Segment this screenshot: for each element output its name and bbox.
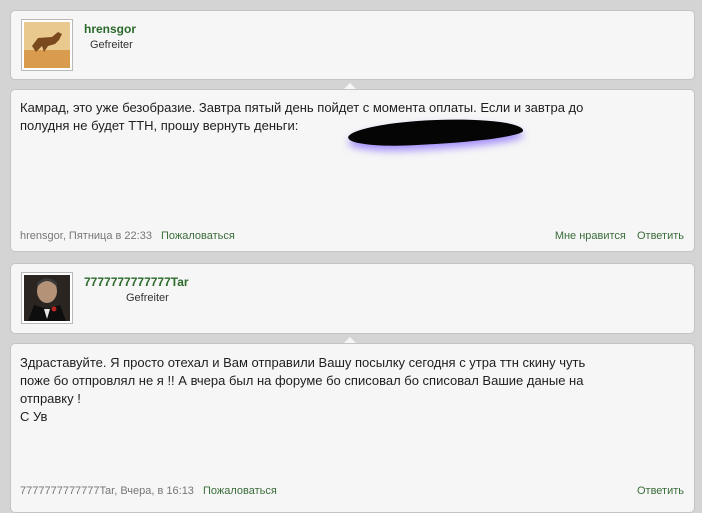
meta-author[interactable]: 7777777777777Tar	[20, 485, 114, 497]
report-link[interactable]: Пожаловаться	[203, 485, 277, 497]
post-actions: Мне нравится Ответить	[547, 230, 684, 242]
avatar[interactable]	[21, 272, 73, 324]
post-actions: Ответить	[629, 485, 684, 497]
post-1-author-card: hrensgor Gefreiter	[10, 10, 695, 80]
godfather-avatar-icon	[24, 275, 70, 321]
reply-link[interactable]: Ответить	[637, 230, 684, 242]
meta-time: , Вчера, в 16:13	[114, 485, 194, 497]
username[interactable]: hrensgor	[84, 22, 136, 36]
post-meta: hrensgor, Пятница в 22:33 Пожаловаться	[20, 230, 235, 242]
user-rank: Gefreiter	[126, 292, 169, 304]
post-2-author-card: 7777777777777Tar Gefreiter	[10, 263, 695, 334]
avatar[interactable]	[21, 19, 73, 71]
message-text: Камрад, это уже безобразие. Завтра пятый…	[20, 100, 584, 133]
post-2-message-card: Здраставуйте. Я просто отехал и Вам отпр…	[10, 343, 695, 513]
post-meta: 7777777777777Tar, Вчера, в 16:13 Пожалов…	[20, 485, 277, 497]
like-link[interactable]: Мне нравится	[555, 230, 626, 242]
meta-author[interactable]: hrensgor	[20, 230, 63, 242]
post-1-message-card: Камрад, это уже безобразие. Завтра пятый…	[10, 89, 695, 252]
meta-time: , Пятница в 22:33	[62, 230, 152, 242]
report-link[interactable]: Пожаловаться	[161, 230, 235, 242]
user-rank: Gefreiter	[90, 39, 133, 51]
username[interactable]: 7777777777777Tar	[84, 275, 189, 289]
desert-animal-avatar-icon	[24, 22, 70, 68]
message-text: Здраставуйте. Я просто отехал и Вам отпр…	[20, 355, 586, 424]
reply-link[interactable]: Ответить	[637, 485, 684, 497]
